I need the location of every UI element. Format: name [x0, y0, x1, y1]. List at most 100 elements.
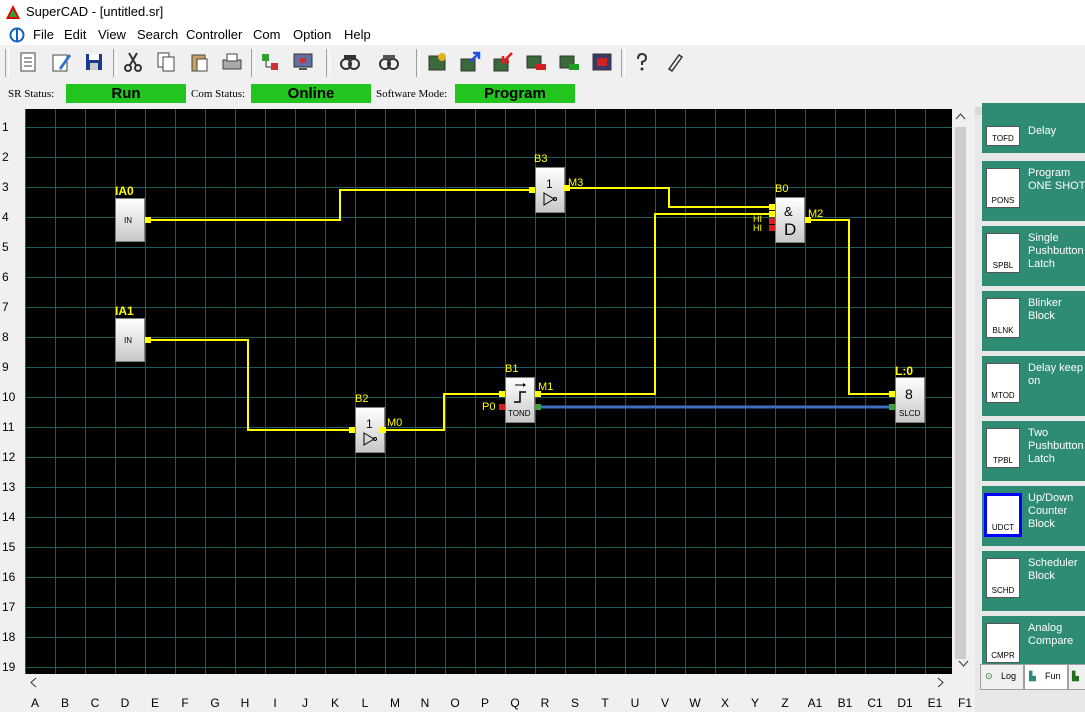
run-icon[interactable] [557, 50, 581, 74]
b3-inner: 1 [546, 177, 553, 191]
b2-output-pin[interactable] [380, 427, 386, 433]
column-label: O [450, 696, 460, 710]
function-label: Delay [1028, 125, 1057, 137]
row-header: 1 2 3 4 5 6 7 8 9 10 11 12 13 14 15 16 17 18 19 [0, 109, 25, 674]
b1-value-pin[interactable] [535, 404, 541, 410]
vertical-scrollbar[interactable] [952, 109, 969, 674]
input-block-ia0[interactable]: IN [115, 198, 145, 242]
column-label: X [720, 696, 730, 710]
scroll-left-icon[interactable] [29, 677, 37, 688]
menu-controller[interactable]: Controller [186, 27, 242, 42]
toolbar-grip [5, 49, 9, 77]
menu-file[interactable]: File [33, 27, 54, 42]
column-label: Y [750, 696, 760, 710]
find-icon[interactable] [338, 50, 362, 74]
row-label: 16 [2, 570, 16, 584]
column-label: J [302, 696, 308, 710]
function-button-blnk[interactable]: BLNK Blinker Block [982, 291, 1085, 351]
open-icon[interactable] [49, 50, 73, 74]
tab-more[interactable]: ▙ [1068, 664, 1085, 690]
sr-status-value: Run [66, 84, 186, 103]
and-block-b0[interactable]: & D [775, 197, 805, 243]
function-button-udct[interactable]: UDCT Up/Down Counter Block [982, 486, 1085, 546]
window-title: SuperCAD - [untitled.sr] [26, 4, 164, 19]
column-label: C [90, 696, 100, 710]
b0-inner: & [784, 204, 793, 219]
toolbar-separator [251, 49, 255, 77]
menu-option[interactable]: Option [293, 27, 331, 42]
compile-icon[interactable] [425, 50, 449, 74]
cmpr-icon: CMPR [986, 623, 1020, 663]
tab-fun-label: Fun [1045, 671, 1061, 681]
column-label: E [150, 696, 160, 710]
monitor-icon[interactable] [291, 50, 315, 74]
lcd-block[interactable]: 8 SLCD [895, 377, 925, 423]
column-label: V [660, 696, 670, 710]
function-button-mtod[interactable]: MTOD Delay keep on [982, 356, 1085, 416]
function-code: TPBL [992, 456, 1013, 465]
b3-output-label: M3 [568, 177, 584, 189]
ia0-output-pin[interactable] [145, 217, 151, 223]
cut-icon[interactable] [121, 50, 145, 74]
not-block-b3[interactable]: 1 [535, 167, 565, 213]
block-b3-name: B3 [534, 153, 548, 165]
software-mode-label: Software Mode: [376, 88, 448, 100]
function-button-tpbl[interactable]: TPBL Two Pushbutton Latch [982, 421, 1085, 481]
timer-block-b1[interactable]: TOND [505, 377, 535, 423]
tab-log[interactable]: ⊙ Log [980, 664, 1024, 690]
row-label: 18 [2, 630, 16, 644]
input-block-ia1[interactable]: IN [115, 318, 145, 362]
row-label: 17 [2, 600, 16, 614]
horizontal-scrollbar[interactable] [25, 674, 952, 691]
buffer-triangle-icon [363, 432, 377, 446]
block-ia0-title: IA0 [115, 184, 134, 198]
function-button-schd[interactable]: SCHD Scheduler Block [982, 551, 1085, 611]
pen-icon[interactable] [663, 50, 687, 74]
row-label: 11 [2, 420, 15, 434]
block-b1-name: B1 [505, 363, 519, 375]
fun-icon: ▙ [1029, 671, 1036, 681]
new-document-icon[interactable] [16, 50, 40, 74]
row-label: 12 [2, 450, 16, 464]
palette-scroll-down-icon[interactable] [958, 660, 969, 668]
tree-view-icon[interactable] [258, 50, 282, 74]
menu-bar: File Edit View Search Controller Com Opt… [0, 24, 1085, 45]
print-icon[interactable] [220, 50, 244, 74]
b1-p0-label: P0 [482, 401, 496, 413]
tab-fun[interactable]: ▙ Fun [1024, 664, 1068, 690]
simulate-icon[interactable] [590, 50, 614, 74]
menu-search[interactable]: Search [137, 27, 178, 42]
column-label: D [120, 696, 130, 710]
menu-view[interactable]: View [98, 27, 126, 42]
save-icon[interactable] [82, 50, 106, 74]
ia1-output-pin[interactable] [145, 337, 151, 343]
log-icon: ⊙ [985, 671, 993, 681]
copy-icon[interactable] [154, 50, 178, 74]
row-label: 6 [2, 270, 9, 284]
function-code: TOFD [992, 134, 1014, 143]
menu-help[interactable]: Help [344, 27, 371, 42]
function-label: Blinker Block [1028, 297, 1062, 322]
upload-icon[interactable] [458, 50, 482, 74]
menu-edit[interactable]: Edit [64, 27, 86, 42]
download-icon[interactable] [491, 50, 515, 74]
toolbar-separator [416, 49, 420, 77]
function-button-tofd[interactable]: TOFD Delay [982, 103, 1085, 153]
sr-status-label: SR Status: [8, 88, 55, 100]
more-tab-icon: ▙ [1072, 671, 1079, 681]
scroll-right-icon[interactable] [937, 677, 945, 688]
scroll-up-icon[interactable] [955, 112, 966, 120]
ladder-canvas[interactable]: IA0 IN IA1 IN B3 1 M3 B2 1 M0 B1 P0 TOND… [25, 109, 952, 674]
menu-com[interactable]: Com [253, 27, 280, 42]
function-button-spbl[interactable]: SPBL Single Pushbutton Latch [982, 226, 1085, 286]
stop-icon[interactable] [524, 50, 548, 74]
find-next-icon[interactable] [377, 50, 401, 74]
function-label: Up/Down Counter Block [1028, 492, 1074, 530]
paste-icon[interactable] [187, 50, 211, 74]
row-label: 13 [2, 480, 16, 494]
b1-inner: TOND [508, 409, 531, 418]
vertical-scroll-thumb[interactable] [955, 127, 966, 659]
function-button-pons[interactable]: PONS Program ONE SHOT [982, 161, 1085, 221]
help-icon[interactable] [630, 50, 654, 74]
system-menu-icon[interactable] [9, 27, 25, 43]
